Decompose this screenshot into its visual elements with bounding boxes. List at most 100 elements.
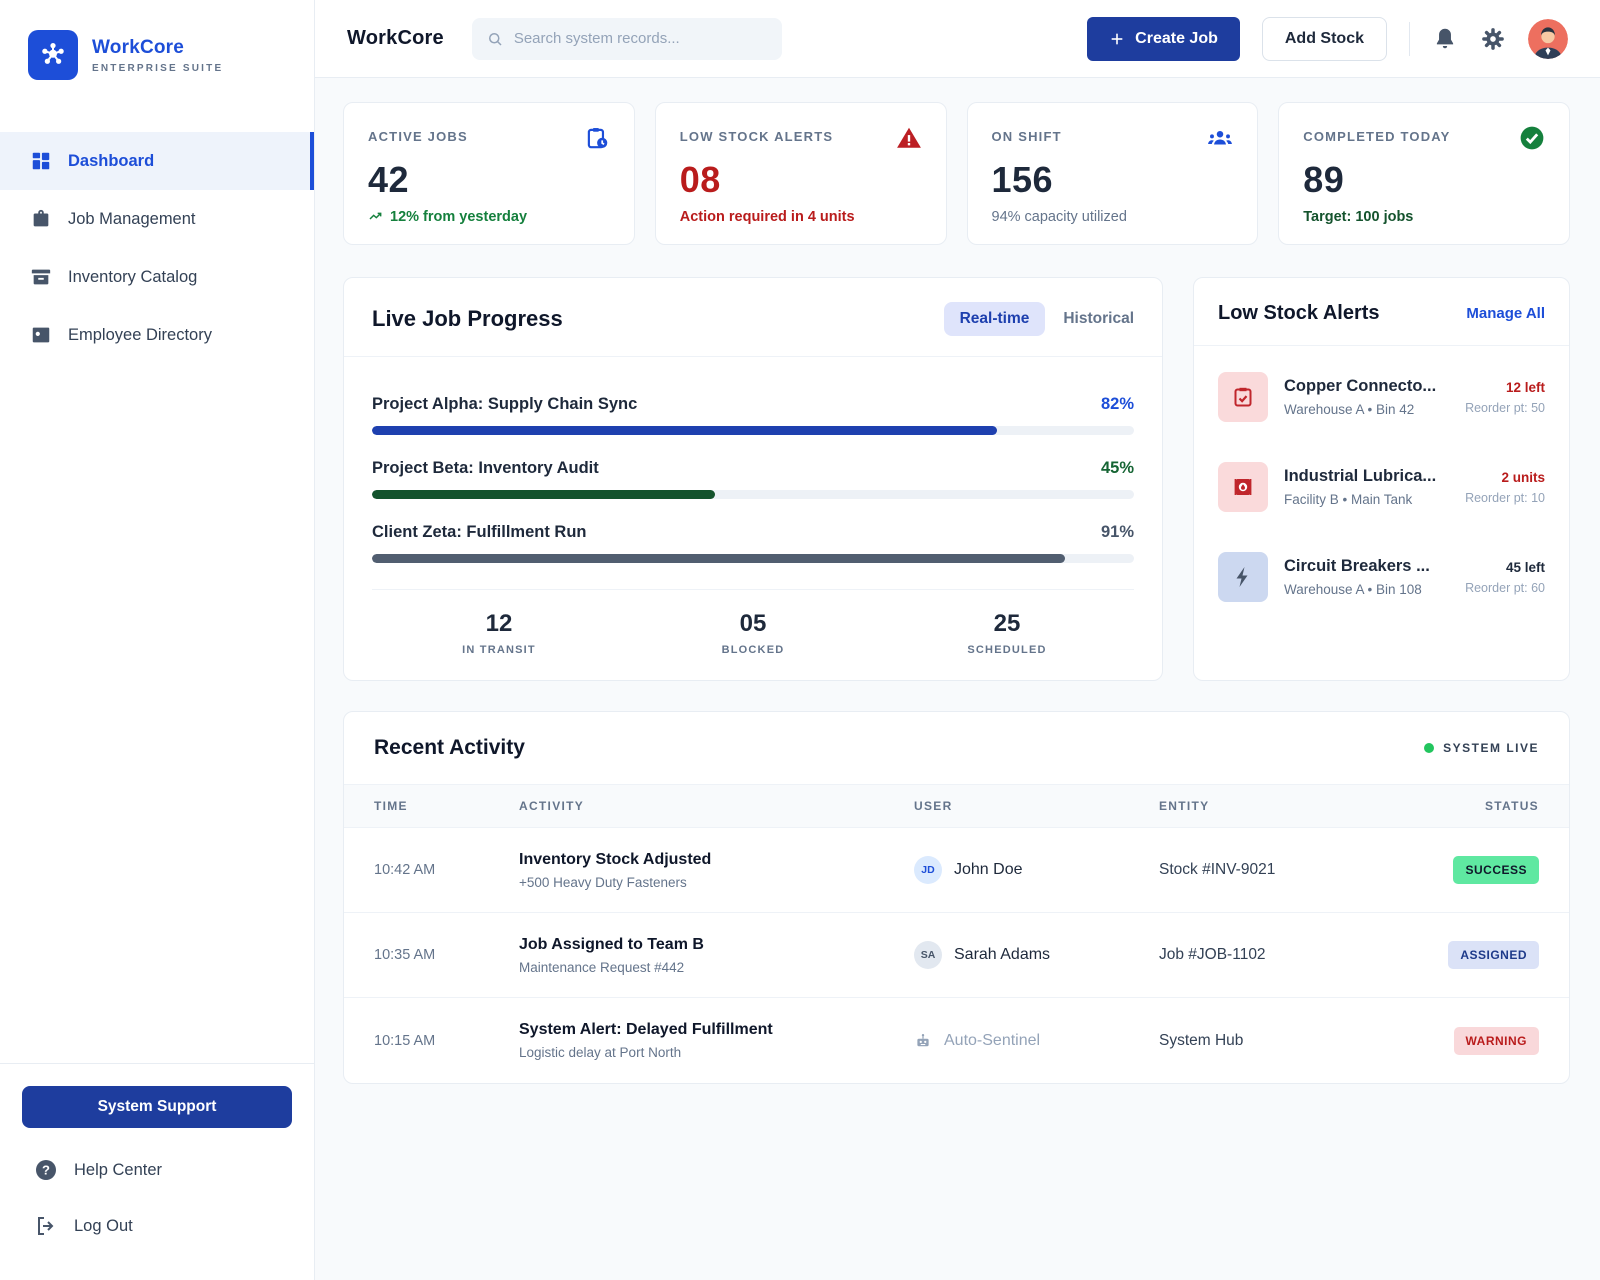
table-row[interactable]: 10:15 AM System Alert: Delayed Fulfillme…: [344, 998, 1569, 1083]
tab-historical[interactable]: Historical: [1063, 310, 1134, 328]
progress-row-zeta: Client Zeta: Fulfillment Run 91%: [372, 523, 1134, 563]
svg-text:?: ?: [42, 1163, 50, 1178]
stock-location: Facility B • Main Tank: [1284, 492, 1449, 507]
column-header-entity: ENTITY: [1159, 799, 1424, 813]
stat-note: 12% from yesterday: [368, 209, 610, 225]
help-center-label: Help Center: [74, 1161, 162, 1180]
sidebar-item-label: Dashboard: [68, 152, 154, 171]
sidebar-item-employee-directory[interactable]: Employee Directory: [0, 306, 314, 364]
activity-table-header: TIME ACTIVITY USER ENTITY STATUS: [344, 784, 1569, 828]
system-live-label: SYSTEM LIVE: [1443, 741, 1539, 755]
user-name: Sarah Adams: [954, 946, 1050, 964]
gear-icon[interactable]: [1480, 26, 1506, 52]
row-status: SUCCESS: [1424, 856, 1539, 884]
progress-track: [372, 554, 1134, 563]
stat-value: 156: [992, 159, 1234, 201]
tab-real-time[interactable]: Real-time: [944, 302, 1046, 336]
log-out-label: Log Out: [74, 1217, 133, 1236]
sidebar-item-dashboard[interactable]: Dashboard: [0, 132, 314, 190]
activity-detail-text: Logistic delay at Port North: [519, 1045, 914, 1060]
progress-row-alpha: Project Alpha: Supply Chain Sync 82%: [372, 395, 1134, 435]
progress-fill: [372, 426, 997, 435]
stat-value: 42: [368, 159, 610, 201]
sidebar-nav: Dashboard Job Management Inventory Catal…: [0, 132, 314, 364]
search-input[interactable]: [514, 30, 768, 47]
low-stock-alerts-panel: Low Stock Alerts Manage All Copper Conne…: [1193, 277, 1570, 681]
progress-fill: [372, 490, 715, 499]
recent-activity-title: Recent Activity: [374, 736, 525, 760]
sidebar-item-job-management[interactable]: Job Management: [0, 190, 314, 248]
progress-label: Project Alpha: Supply Chain Sync: [372, 395, 637, 414]
table-row[interactable]: 10:35 AM Job Assigned to Team B Maintena…: [344, 913, 1569, 998]
system-support-button[interactable]: System Support: [22, 1086, 292, 1128]
create-job-button[interactable]: Create Job: [1087, 17, 1240, 61]
search-box[interactable]: [472, 18, 782, 60]
bell-icon[interactable]: [1432, 26, 1458, 52]
row-status: ASSIGNED: [1424, 941, 1539, 969]
avatar: SA: [914, 941, 942, 969]
id-badge-icon: [30, 324, 52, 346]
activity-title-text: Job Assigned to Team B: [519, 936, 914, 954]
topbar-divider: [1409, 22, 1410, 56]
stat-note: Action required in 4 units: [680, 209, 922, 225]
help-center-link[interactable]: ? Help Center: [22, 1142, 292, 1198]
stat-label: COMPLETED TODAY: [1303, 125, 1450, 144]
sidebar-item-inventory-catalog[interactable]: Inventory Catalog: [0, 248, 314, 306]
brand-text: WorkCore ENTERPRISE SUITE: [92, 37, 223, 74]
row-status: WARNING: [1424, 1027, 1539, 1055]
mini-stat-label: IN TRANSIT: [372, 644, 626, 656]
progress-percent: 82%: [1101, 395, 1134, 414]
table-row[interactable]: 10:42 AM Inventory Stock Adjusted +500 H…: [344, 828, 1569, 913]
clipboard-check-icon: [1218, 372, 1268, 422]
user-name: Auto-Sentinel: [944, 1032, 1040, 1050]
topbar-actions: Create Job Add Stock: [1087, 17, 1568, 61]
row-activity: Job Assigned to Team B Maintenance Reque…: [519, 936, 914, 975]
stock-reorder-point: Reorder pt: 10: [1465, 491, 1545, 505]
lightning-bolt-icon: [1218, 552, 1268, 602]
brand-name: WorkCore: [92, 37, 223, 59]
archive-box-icon: [30, 266, 52, 288]
stat-label: ACTIVE JOBS: [368, 125, 468, 144]
live-dot-icon: [1424, 743, 1434, 753]
robot-icon: [914, 1032, 932, 1050]
sidebar-item-label: Job Management: [68, 210, 196, 229]
topbar: WorkCore Create Job Add Stock: [315, 0, 1600, 78]
row-user: SA Sarah Adams: [914, 941, 1159, 969]
column-header-status: STATUS: [1424, 799, 1539, 813]
row-user: JD John Doe: [914, 856, 1159, 884]
oil-barrel-icon: [1218, 462, 1268, 512]
stat-value: 89: [1303, 159, 1545, 201]
stock-location: Warehouse A • Bin 42: [1284, 402, 1449, 417]
progress-row-beta: Project Beta: Inventory Audit 45%: [372, 459, 1134, 499]
stock-item-breakers[interactable]: Circuit Breakers ... Warehouse A • Bin 1…: [1218, 532, 1545, 622]
progress-percent: 45%: [1101, 459, 1134, 478]
sidebar-footer: System Support ? Help Center Log Out: [0, 1063, 314, 1280]
stat-label: LOW STOCK ALERTS: [680, 125, 834, 144]
stock-name: Industrial Lubrica...: [1284, 467, 1449, 486]
create-job-label: Create Job: [1135, 30, 1218, 48]
check-circle-icon: [1519, 125, 1545, 151]
mini-stat-value: 25: [880, 610, 1134, 638]
manage-all-link[interactable]: Manage All: [1466, 305, 1545, 322]
add-stock-button[interactable]: Add Stock: [1262, 17, 1387, 61]
progress-label: Project Beta: Inventory Audit: [372, 459, 599, 478]
warning-triangle-icon: [896, 125, 922, 151]
status-badge: SUCCESS: [1453, 856, 1539, 884]
status-badge: ASSIGNED: [1448, 941, 1539, 969]
stock-name: Copper Connecto...: [1284, 377, 1449, 396]
row-time: 10:42 AM: [374, 862, 519, 878]
mini-stat-label: BLOCKED: [626, 644, 880, 656]
live-job-progress-panel: Live Job Progress Real-time Historical P…: [343, 277, 1163, 681]
stock-item-copper[interactable]: Copper Connecto... Warehouse A • Bin 42 …: [1218, 352, 1545, 442]
stock-item-lubricant[interactable]: Industrial Lubrica... Facility B • Main …: [1218, 442, 1545, 532]
stock-list: Copper Connecto... Warehouse A • Bin 42 …: [1194, 346, 1569, 642]
progress-view-toggle: Real-time Historical: [944, 302, 1134, 336]
workcore-logo-icon: [28, 30, 78, 80]
stat-card-active-jobs: ACTIVE JOBS 42 12% from yesterday: [343, 102, 635, 245]
low-stock-title: Low Stock Alerts: [1218, 302, 1380, 325]
trend-up-icon: [368, 209, 384, 225]
stock-location: Warehouse A • Bin 108: [1284, 582, 1449, 597]
user-avatar[interactable]: [1528, 19, 1568, 59]
log-out-link[interactable]: Log Out: [22, 1198, 292, 1254]
system-live-badge: SYSTEM LIVE: [1424, 741, 1539, 755]
